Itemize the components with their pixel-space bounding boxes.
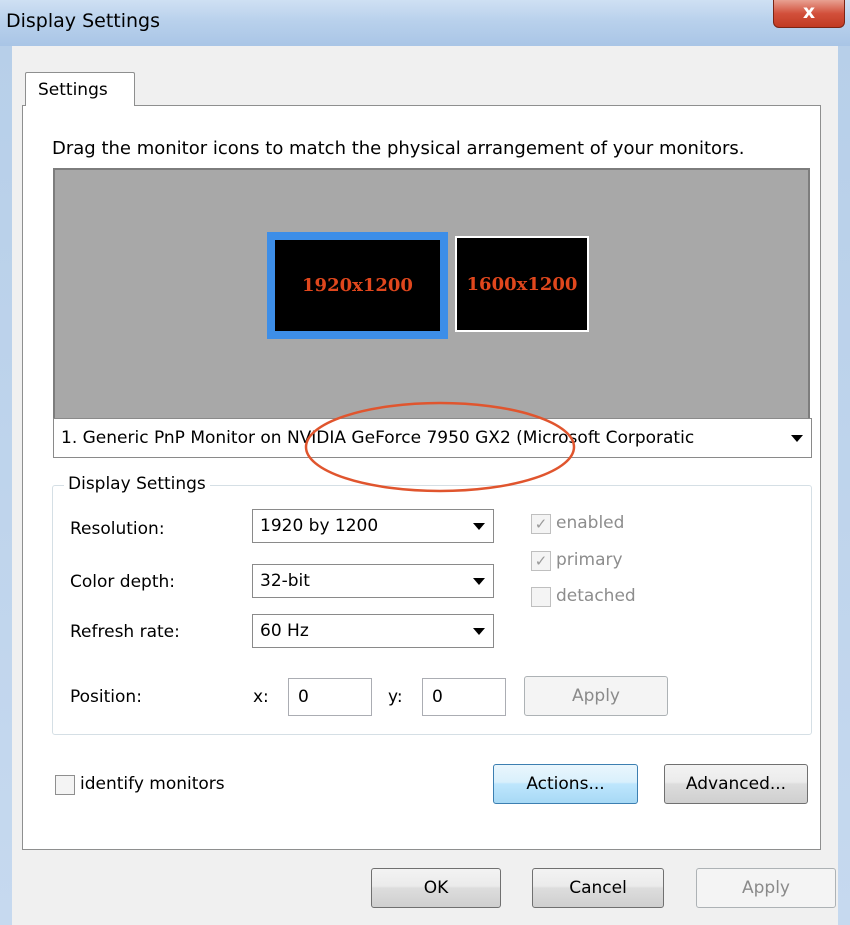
position-x-input[interactable]: 0 <box>288 678 372 716</box>
checkmark-icon: ✓ <box>531 551 551 571</box>
primary-label: primary <box>556 550 623 570</box>
color-depth-select[interactable]: 32-bit <box>252 564 494 598</box>
position-x-value: 0 <box>298 687 309 707</box>
checkbox-box <box>531 587 551 607</box>
position-apply-button[interactable]: Apply <box>524 676 668 716</box>
identify-monitors-label: identify monitors <box>80 774 225 794</box>
monitor-icon-1[interactable]: 1920x1200 <box>267 232 448 339</box>
monitor-icon-2[interactable]: 1600x1200 <box>455 236 589 332</box>
position-x-label: x: <box>253 687 269 707</box>
apply-button[interactable]: Apply <box>696 868 836 908</box>
ok-button[interactable]: OK <box>371 868 501 908</box>
monitor-1-resolution: 1920x1200 <box>302 275 413 296</box>
chevron-down-icon[interactable] <box>791 435 803 442</box>
monitor-select-value: 1. Generic PnP Monitor on NVIDIA GeForce… <box>61 428 695 448</box>
refresh-rate-select[interactable]: 60 Hz <box>252 614 494 648</box>
position-y-label: y: <box>388 687 403 707</box>
position-y-input[interactable]: 0 <box>422 678 506 716</box>
tab-settings-label: Settings <box>38 80 108 100</box>
enabled-label: enabled <box>556 513 625 533</box>
chevron-down-icon[interactable] <box>473 628 485 635</box>
window-frame-right <box>838 46 850 925</box>
resolution-value: 1920 by 1200 <box>260 516 379 536</box>
resolution-label: Resolution: <box>70 519 165 539</box>
position-label: Position: <box>70 687 142 707</box>
detached-label: detached <box>556 586 636 606</box>
tab-settings[interactable]: Settings <box>25 72 135 106</box>
checkmark-icon: ✓ <box>531 514 551 534</box>
window-frame-left <box>0 46 12 925</box>
actions-button[interactable]: Actions... <box>493 764 638 804</box>
resolution-select[interactable]: 1920 by 1200 <box>252 509 494 543</box>
chevron-down-icon[interactable] <box>473 578 485 585</box>
advanced-button[interactable]: Advanced... <box>664 764 808 804</box>
close-icon: x <box>802 1 816 23</box>
cancel-button[interactable]: Cancel <box>532 868 664 908</box>
title-bar: Display Settings x <box>0 0 850 46</box>
close-button[interactable]: x <box>773 0 845 28</box>
color-depth-value: 32-bit <box>260 571 310 591</box>
chevron-down-icon[interactable] <box>473 523 485 530</box>
position-y-value: 0 <box>432 687 443 707</box>
refresh-rate-value: 60 Hz <box>260 621 309 641</box>
refresh-rate-label: Refresh rate: <box>70 622 180 642</box>
color-depth-label: Color depth: <box>70 572 175 592</box>
monitor-2-resolution: 1600x1200 <box>466 273 578 295</box>
monitor-arrangement-area: 1920x1200 1600x1200 <box>53 168 810 426</box>
monitor-select[interactable]: 1. Generic PnP Monitor on NVIDIA GeForce… <box>53 418 812 458</box>
window-title: Display Settings <box>6 10 161 32</box>
arrangement-instructions: Drag the monitor icons to match the phys… <box>52 138 745 159</box>
display-settings-group-title: Display Settings <box>64 474 210 494</box>
checkbox-box <box>55 775 75 795</box>
